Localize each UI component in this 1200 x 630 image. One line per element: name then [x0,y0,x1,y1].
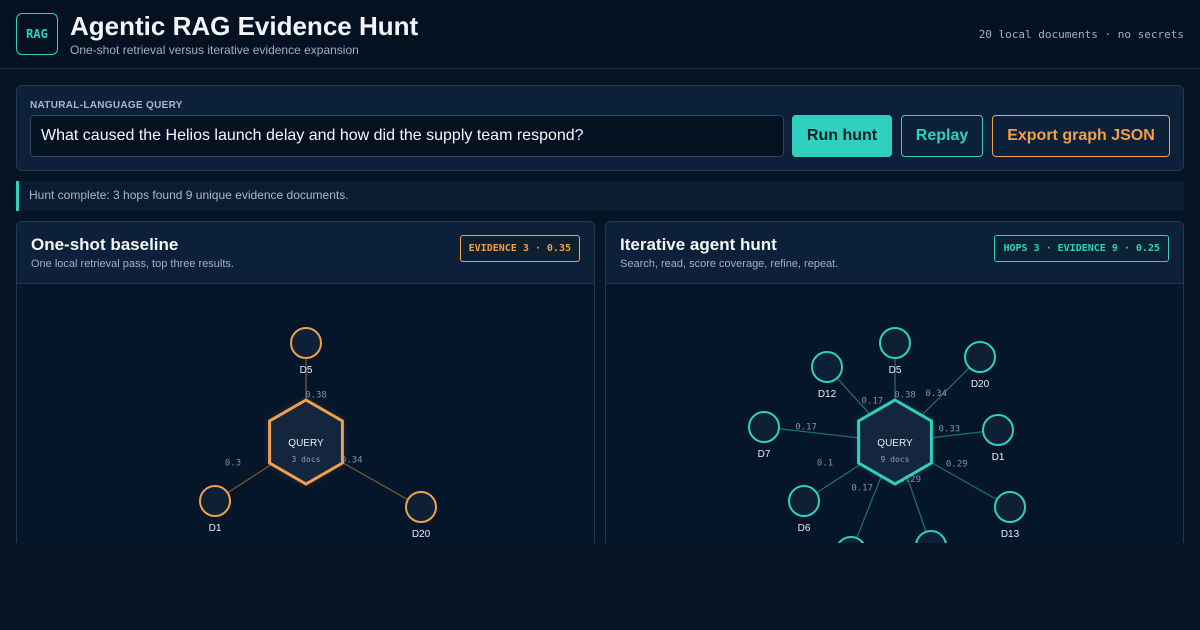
status-message: Hunt complete: 3 hops found 9 unique evi… [16,181,1184,211]
doc-node-D20[interactable] [964,341,996,373]
doc-node-label: D12 [818,389,837,400]
baseline-evidence-badge: EVIDENCE 3 · 0.35 [459,235,580,262]
export-graph-button[interactable]: Export graph JSON [992,115,1170,157]
doc-node-label: D20 [971,379,990,390]
agent-panel: Iterative agent hunt Search, read, score… [605,221,1184,551]
doc-node-label: D6 [798,523,811,534]
page-title: Agentic RAG Evidence Hunt [70,11,419,41]
query-card: NATURAL-LANGUAGE QUERY Run hunt Replay E… [16,85,1184,171]
edge-score-label: 0.38 [894,390,916,400]
agent-title: Iterative agent hunt [620,235,777,254]
baseline-panel: One-shot baseline One local retrieval pa… [16,221,595,551]
baseline-title: One-shot baseline [31,235,179,254]
query-node-doc-count: 3 docs [292,455,321,464]
edge-score-label: 0.38 [305,390,327,400]
app-logo: RAG [16,13,58,55]
agent-panel-header: Iterative agent hunt Search, read, score… [606,222,1183,284]
doc-node-D13[interactable] [994,491,1026,523]
viewport-fold [0,543,1200,630]
doc-node-D5[interactable] [879,327,911,359]
edge-score-label: 0.34 [341,455,363,465]
query-node-label: QUERY [877,438,913,449]
agent-subtitle: Search, read, score coverage, refine, re… [620,258,839,270]
query-label: NATURAL-LANGUAGE QUERY [30,100,183,111]
doc-node-D6[interactable] [788,485,820,517]
baseline-panel-header: One-shot baseline One local retrieval pa… [17,222,594,284]
edge-score-label: 0.3 [225,459,241,469]
run-hunt-button[interactable]: Run hunt [792,115,892,157]
page-subtitle: One-shot retrieval versus iterative evid… [70,43,359,57]
edge-score-label: 0.33 [939,425,961,435]
edge-score-label: 0.17 [851,484,873,494]
agent-hops-badge: HOPS 3 · EVIDENCE 9 · 0.25 [994,235,1169,262]
doc-node-label: D1 [209,523,222,534]
edge-score-label: 0.29 [946,459,968,469]
doc-node-D1[interactable] [982,414,1014,446]
edge-score-label: 0.34 [925,389,947,399]
doc-node-D5[interactable] [290,327,322,359]
baseline-graph: 0.38 0.3 0.34 D5 D1 D20 QUERY 3 docs [199,327,437,540]
doc-node-label: D5 [300,365,313,376]
query-node-doc-count: 9 docs [881,455,910,464]
doc-node-D20[interactable] [405,491,437,523]
doc-node-label: D7 [758,449,771,460]
doc-node-label: D5 [889,365,902,376]
doc-node-D12[interactable] [811,351,843,383]
doc-node-label: D20 [412,529,431,540]
baseline-subtitle: One local retrieval pass, top three resu… [31,258,234,270]
doc-node-D1[interactable] [199,485,231,517]
query-node-label: QUERY [288,438,324,449]
edge-score-label: 0.17 [862,396,884,406]
edge-score-label: 0.17 [795,422,817,432]
query-input[interactable] [30,115,784,157]
app-header: RAG Agentic RAG Evidence Hunt One-shot r… [0,0,1200,69]
doc-node-label: D1 [992,452,1005,463]
agent-graph: 0.38 0.340.330.290.290.170.10.170.17D5D20… [748,327,1026,550]
doc-node-label: D13 [1001,529,1020,540]
replay-button[interactable]: Replay [901,115,983,157]
header-meta: 20 local documents · no secrets [978,28,1184,41]
edge-score-label: 0.1 [817,459,833,469]
doc-node-D7[interactable] [748,411,780,443]
